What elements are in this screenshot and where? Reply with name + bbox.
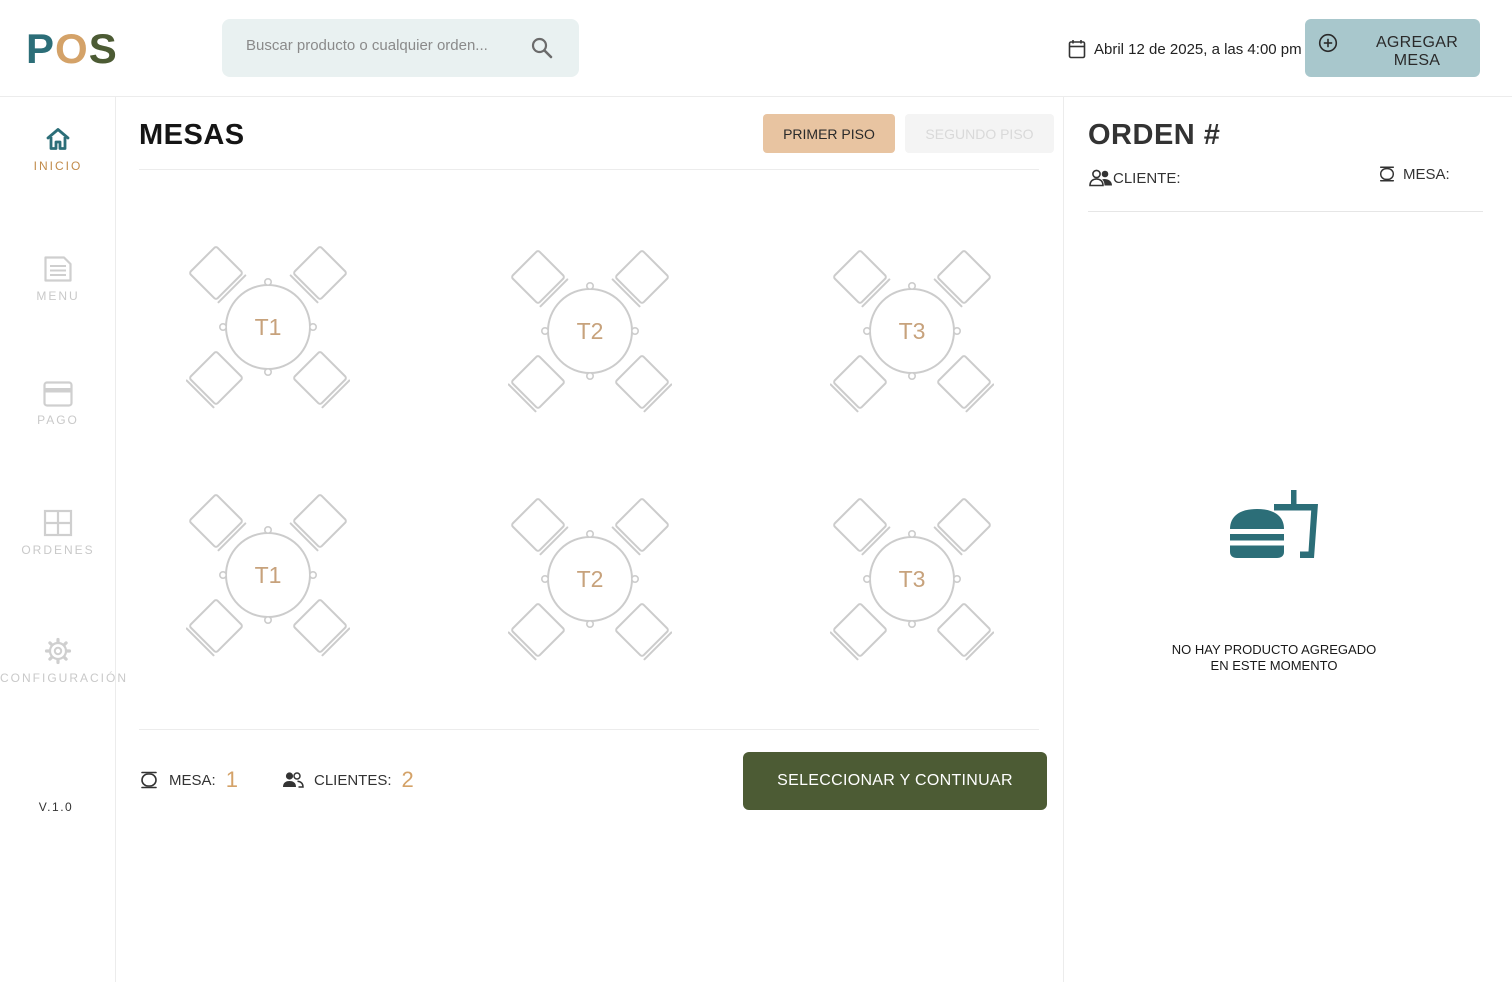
search-icon[interactable] bbox=[530, 36, 554, 60]
clientes-value: 2 bbox=[401, 767, 414, 792]
page-title: MESAS bbox=[139, 119, 245, 151]
divider bbox=[139, 729, 1039, 730]
top-bar: POS Abril 12 de 2025, a las 4:00 pm AGRE… bbox=[0, 0, 1512, 97]
home-icon bbox=[46, 128, 70, 150]
sidebar-item-pago[interactable]: PAGO bbox=[0, 381, 116, 427]
empty-message-line: EN ESTE MOMENTO bbox=[1210, 658, 1338, 673]
table-icon bbox=[141, 771, 157, 789]
selected-table-info: MESA: 1 bbox=[139, 767, 238, 793]
people-icon bbox=[1089, 169, 1112, 187]
empty-message-line: NO HAY PRODUCTO AGREGADO bbox=[1171, 642, 1377, 657]
credit-card-icon bbox=[43, 381, 73, 407]
document-icon bbox=[44, 256, 72, 282]
date-display: Abril 12 de 2025, a las 4:00 pm bbox=[1068, 38, 1302, 60]
sidebar-item-label: INICIO bbox=[33, 159, 83, 173]
grid-icon bbox=[43, 509, 73, 537]
clients-info: CLIENTES: 2 bbox=[282, 767, 414, 793]
client-label: CLIENTE: bbox=[1113, 169, 1181, 187]
search-input[interactable] bbox=[246, 37, 516, 54]
table-icon bbox=[1379, 166, 1395, 182]
add-circle-icon bbox=[1318, 33, 1338, 53]
select-continue-button[interactable]: SELECCIONAR Y CONTINUAR bbox=[743, 752, 1047, 810]
table-t3[interactable]: T3 bbox=[830, 497, 994, 661]
sidebar-item-menu[interactable]: MENU bbox=[0, 255, 116, 303]
people-icon bbox=[283, 772, 304, 788]
mesa-label: MESA: bbox=[169, 771, 216, 789]
sidebar-item-label: CONFIGURACIÓN bbox=[0, 671, 128, 685]
tables-panel: MESAS PRIMER PISO SEGUNDO PISO T1 T2 T3 … bbox=[116, 97, 1064, 982]
table-label: T3 bbox=[898, 565, 926, 592]
date-text: Abril 12 de 2025, a las 4:00 pm bbox=[1094, 40, 1302, 58]
calendar-icon bbox=[1068, 40, 1086, 59]
order-panel: ORDEN # CLIENTE: MESA: NO HAY PRODUCTO A… bbox=[1064, 97, 1512, 982]
sidebar-item-label: PAGO bbox=[37, 413, 79, 427]
mesa-label: MESA: bbox=[1403, 165, 1450, 183]
table-label: T1 bbox=[254, 561, 282, 588]
table-t3[interactable]: T3 bbox=[830, 249, 994, 413]
sidebar-item-inicio[interactable]: INICIO bbox=[0, 125, 116, 173]
mesa-value: 1 bbox=[225, 767, 238, 792]
table-label: T2 bbox=[576, 317, 604, 344]
logo-letter-p: P bbox=[26, 25, 56, 72]
order-title: ORDEN # bbox=[1088, 119, 1221, 151]
logo-letter-s: S bbox=[88, 25, 118, 72]
tab-primer-piso[interactable]: PRIMER PISO bbox=[763, 114, 895, 153]
tab-segundo-piso[interactable]: SEGUNDO PISO bbox=[905, 114, 1054, 153]
sidebar: INICIO MENU PAGO ORDENES CONFIGURACIÓN V… bbox=[0, 97, 128, 982]
table-t1[interactable]: T1 bbox=[186, 493, 350, 657]
sidebar-item-label: MENU bbox=[36, 289, 80, 303]
table-label: T1 bbox=[254, 313, 282, 340]
sidebar-item-configuracion[interactable]: CONFIGURACIÓN bbox=[0, 637, 128, 685]
search-box bbox=[222, 19, 579, 77]
empty-order-message: NO HAY PRODUCTO AGREGADO EN ESTE MOMENTO bbox=[1164, 642, 1384, 674]
add-table-label: AGREGAR MESA bbox=[1375, 34, 1459, 69]
divider bbox=[1088, 211, 1483, 212]
app-version: V.1.0 bbox=[38, 800, 74, 814]
order-mesa: MESA: bbox=[1378, 165, 1450, 183]
table-label: T3 bbox=[898, 317, 926, 344]
table-label: T2 bbox=[576, 565, 604, 592]
order-client: CLIENTE: bbox=[1089, 169, 1181, 187]
app-logo[interactable]: POS bbox=[26, 26, 118, 72]
logo-letter-o: O bbox=[55, 25, 89, 72]
sidebar-item-ordenes[interactable]: ORDENES bbox=[0, 509, 116, 557]
gear-icon bbox=[44, 637, 72, 665]
clientes-label: CLIENTES: bbox=[314, 771, 392, 789]
divider bbox=[139, 169, 1039, 170]
sidebar-item-label: ORDENES bbox=[21, 543, 95, 557]
table-t2[interactable]: T2 bbox=[508, 497, 672, 661]
fast-food-icon bbox=[1230, 490, 1318, 558]
add-table-button[interactable]: AGREGAR MESA bbox=[1305, 19, 1480, 77]
table-t2[interactable]: T2 bbox=[508, 249, 672, 413]
table-t1[interactable]: T1 bbox=[186, 245, 350, 409]
